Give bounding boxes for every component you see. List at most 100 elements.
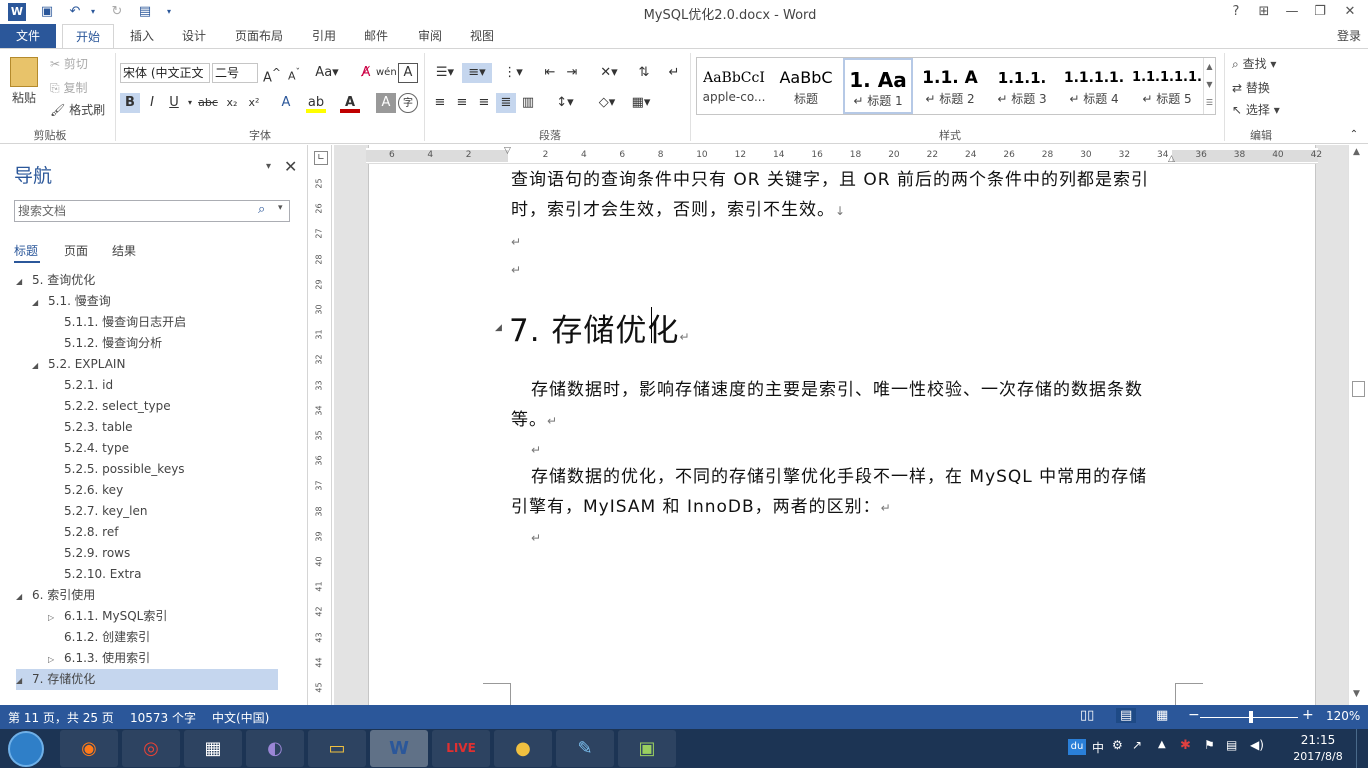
- scroll-down-icon[interactable]: ▼: [1353, 689, 1360, 699]
- page-count[interactable]: 第 11 页，共 25 页: [8, 709, 114, 726]
- collapse-icon[interactable]: ◢: [32, 292, 44, 313]
- style-item[interactable]: AaBbCcI apple-co...: [699, 58, 769, 114]
- style-item[interactable]: 1.1.1. ↵ 标题 3: [987, 58, 1057, 114]
- collapse-icon[interactable]: ◢: [16, 271, 28, 292]
- format-painter-button[interactable]: 🖌 格式刷: [50, 101, 105, 119]
- subscript-icon[interactable]: x₂: [222, 93, 242, 113]
- nav-heading-item[interactable]: ◢ 5.1. 慢查询: [16, 291, 278, 312]
- editor-app-icon[interactable]: ▣: [618, 730, 676, 767]
- zoom-slider-thumb[interactable]: [1249, 711, 1254, 723]
- restore-button[interactable]: ❐: [1306, 0, 1334, 24]
- word-logo-icon[interactable]: W: [8, 3, 26, 21]
- file-explorer-icon[interactable]: ▭: [308, 730, 366, 767]
- underline-dropdown-icon[interactable]: ▾: [180, 93, 200, 113]
- shrink-font-icon[interactable]: Aˇ: [284, 63, 304, 83]
- tab-insert[interactable]: 插入: [122, 24, 162, 48]
- nav-heading-item[interactable]: 5.2.8. ref: [16, 522, 278, 543]
- ime-language[interactable]: 中: [1092, 739, 1104, 756]
- show-desktop-button[interactable]: [1356, 729, 1368, 768]
- undo-dropdown-icon[interactable]: ▾: [84, 3, 102, 21]
- paint-icon[interactable]: ✎: [556, 730, 614, 767]
- scroll-thumb[interactable]: [1352, 381, 1365, 397]
- chat-app-icon[interactable]: ●: [494, 730, 552, 767]
- nav-heading-item[interactable]: 5.1.2. 慢查询分析: [16, 333, 278, 354]
- collapse-icon[interactable]: ◢: [16, 586, 28, 607]
- redo-icon[interactable]: ↻: [108, 3, 126, 21]
- style-item[interactable]: 1.1.1.1. ↵ 标题 4: [1059, 58, 1129, 114]
- tab-selector[interactable]: ∟: [314, 151, 328, 165]
- bullets-icon[interactable]: ☰▾: [430, 63, 460, 83]
- nav-heading-item[interactable]: 5.2.10. Extra: [16, 564, 278, 585]
- nav-heading-item[interactable]: ▷ 6.1.1. MySQL索引: [16, 606, 278, 627]
- nav-tab-results[interactable]: 结果: [112, 242, 136, 259]
- style-item[interactable]: 1. Aa ↵ 标题 1: [843, 58, 913, 114]
- nav-heading-item-selected[interactable]: ◢ 7. 存储优化: [16, 669, 278, 690]
- collapse-icon[interactable]: ◢: [32, 355, 44, 376]
- show-marks-icon[interactable]: ↵: [664, 63, 684, 83]
- grow-font-icon[interactable]: A^: [262, 63, 282, 85]
- new-document-icon[interactable]: ▤: [136, 3, 154, 21]
- increase-indent-icon[interactable]: ⇥: [562, 63, 582, 83]
- character-border-icon[interactable]: A: [398, 63, 418, 83]
- font-size-select[interactable]: 二号: [212, 63, 258, 83]
- shading-icon[interactable]: ◇▾: [592, 93, 622, 113]
- action-center-icon[interactable]: ⚑: [1204, 738, 1215, 752]
- select-button[interactable]: ↖ 选择 ▾: [1232, 101, 1280, 119]
- justify-icon[interactable]: ≣: [496, 93, 516, 113]
- nav-heading-item[interactable]: 5.2.9. rows: [16, 543, 278, 564]
- zoom-out-icon[interactable]: −: [1188, 707, 1200, 723]
- numbering-icon[interactable]: ≡▾: [462, 63, 492, 83]
- ime-settings-icon[interactable]: ⚙: [1112, 738, 1123, 752]
- tab-references[interactable]: 引用: [304, 24, 344, 48]
- vertical-scrollbar[interactable]: ▲ ▼: [1348, 145, 1368, 705]
- security-tray-icon[interactable]: ✱: [1180, 738, 1191, 753]
- scroll-up-icon[interactable]: ▲: [1353, 147, 1360, 157]
- align-right-icon[interactable]: ≡: [474, 93, 494, 113]
- nav-search-input[interactable]: 搜索文档: [14, 200, 290, 222]
- clock-time[interactable]: 21:15: [1294, 733, 1342, 747]
- first-line-indent-marker[interactable]: ▽: [504, 146, 511, 156]
- style-item[interactable]: 1.1. A ↵ 标题 2: [915, 58, 985, 114]
- volume-icon[interactable]: ◀): [1250, 738, 1264, 752]
- sort-icon[interactable]: ⇅: [634, 63, 654, 83]
- cut-button[interactable]: ✂ 剪切: [50, 55, 88, 73]
- word-count[interactable]: 10573 个字: [130, 709, 196, 726]
- nav-heading-item[interactable]: ◢ 5.2. EXPLAIN: [16, 354, 278, 375]
- change-case-icon[interactable]: Aa▾: [312, 63, 342, 83]
- enclose-characters-icon[interactable]: 字: [398, 93, 418, 113]
- phonetic-guide-icon[interactable]: wén: [376, 63, 397, 83]
- nav-heading-item[interactable]: 5.2.7. key_len: [16, 501, 278, 522]
- multilevel-list-icon[interactable]: ⋮▾: [498, 63, 528, 83]
- nav-heading-item[interactable]: 5.2.1. id: [16, 375, 278, 396]
- nav-heading-item[interactable]: 5.2.4. type: [16, 438, 278, 459]
- zoom-in-icon[interactable]: +: [1302, 707, 1314, 723]
- nav-close-icon[interactable]: ✕: [284, 157, 297, 176]
- ime-baidu-icon[interactable]: du: [1068, 739, 1086, 755]
- font-family-select[interactable]: 宋体 (中文正文: [120, 63, 210, 83]
- clock-date[interactable]: 2017/8/8: [1288, 750, 1348, 763]
- search-dropdown-icon[interactable]: ▾: [278, 203, 283, 213]
- collapse-heading-icon[interactable]: ◢: [495, 323, 502, 333]
- font-color-icon[interactable]: A: [340, 93, 360, 113]
- replace-button[interactable]: ⇄ 替换: [1232, 79, 1270, 97]
- copy-button[interactable]: ⎘ 复制: [50, 79, 87, 97]
- collapse-ribbon-icon[interactable]: ⌃: [1344, 125, 1364, 145]
- styles-scroll[interactable]: ▲ ▼ ☰: [1203, 58, 1215, 114]
- nav-options-icon[interactable]: ▾: [266, 161, 271, 172]
- eclipse-icon[interactable]: ◐: [246, 730, 304, 767]
- nav-heading-item[interactable]: 6.1.2. 创建索引: [16, 627, 278, 648]
- expand-icon[interactable]: ▷: [48, 649, 60, 670]
- nav-heading-item[interactable]: ◢ 5. 查询优化: [16, 270, 278, 291]
- close-button[interactable]: ✕: [1336, 0, 1364, 24]
- nav-heading-item[interactable]: ▷ 6.1.3. 使用索引: [16, 648, 278, 669]
- horizontal-ruler[interactable]: 6 4 2 2 4 6 8 10 12 14 16 18 20 22 24 26 28 30 32 34 36 38 40 4…: [366, 146, 1322, 164]
- tab-view[interactable]: 视图: [462, 24, 502, 48]
- character-shading-icon[interactable]: A: [376, 93, 396, 113]
- vertical-ruler[interactable]: ∟ 25 26 27 28 29 30 31 32 33 34 35 36 37 38 39 40 41 42 43…: [312, 145, 332, 705]
- nav-heading-item[interactable]: 5.2.3. table: [16, 417, 278, 438]
- zoom-level[interactable]: 120%: [1326, 709, 1360, 723]
- network-icon[interactable]: ▤: [1226, 738, 1237, 752]
- nav-heading-item[interactable]: 5.2.6. key: [16, 480, 278, 501]
- tab-design[interactable]: 设计: [174, 24, 214, 48]
- word-taskbar-icon[interactable]: W: [370, 730, 428, 767]
